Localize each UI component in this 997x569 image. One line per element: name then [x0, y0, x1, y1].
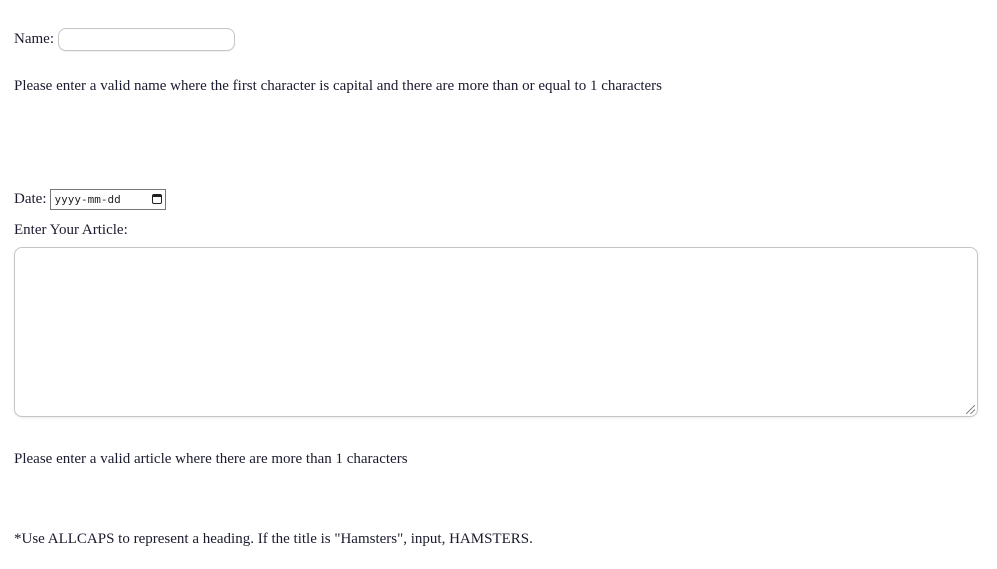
heading-instruction-note: *Use ALLCAPS to represent a heading. If …: [14, 531, 533, 547]
name-label: Name:: [14, 31, 54, 47]
article-label: Enter Your Article:: [14, 222, 128, 238]
date-placeholder: yyyy-mm-dd: [54, 192, 121, 206]
article-error-message: Please enter a valid article where there…: [14, 451, 408, 467]
resize-grip-icon[interactable]: [966, 405, 975, 414]
calendar-icon[interactable]: [152, 194, 163, 204]
date-label: Date:: [14, 190, 47, 207]
name-error-message: Please enter a valid name where the firs…: [14, 78, 663, 94]
name-row: Name:: [14, 27, 235, 52]
date-input[interactable]: yyyy-mm-dd: [50, 188, 167, 210]
article-textarea[interactable]: [14, 247, 978, 417]
date-row: Date: yyyy-mm-dd: [14, 188, 167, 210]
name-input[interactable]: [57, 28, 235, 51]
